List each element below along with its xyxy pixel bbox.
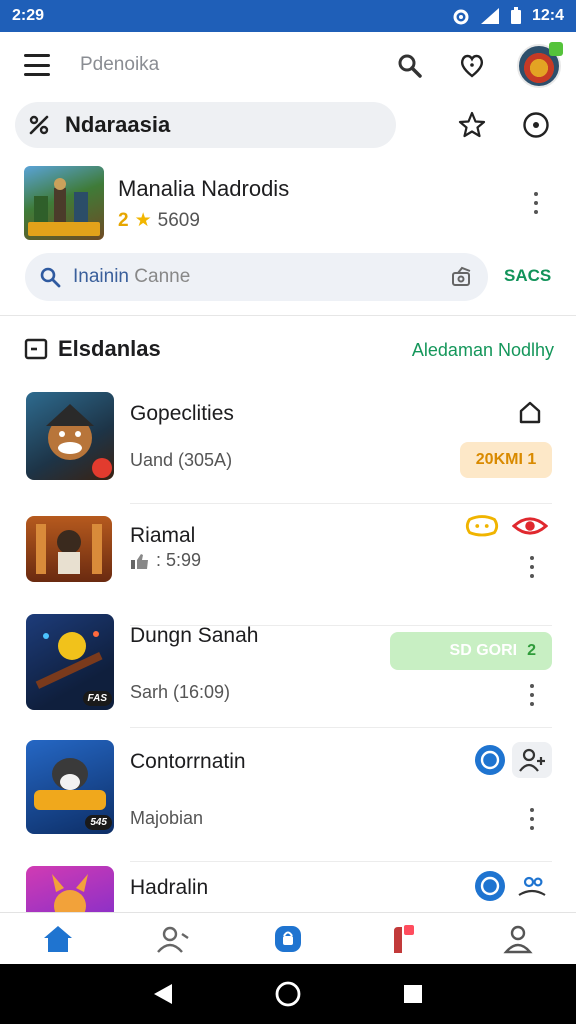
list-item[interactable]: Gopeclities Uand (305A) 20KMI 1 (0, 392, 576, 504)
search-input[interactable]: Inainin Canne (25, 253, 488, 301)
more-options-icon[interactable] (520, 554, 544, 580)
alarm-icon (453, 9, 469, 25)
controller-icon[interactable] (464, 508, 500, 544)
game-subtitle: Uand (305A) (130, 450, 233, 470)
search-placeholder: Inainin Canne (73, 266, 191, 287)
nav-store[interactable] (230, 913, 345, 964)
back-icon[interactable] (143, 974, 183, 1014)
heart-icon[interactable] (454, 48, 490, 84)
list-item[interactable]: Hadralin (0, 866, 576, 912)
game-thumbnail (26, 866, 114, 912)
menu-icon[interactable] (24, 54, 50, 76)
price-pill[interactable]: 20KMI 1 (460, 442, 552, 478)
recents-icon[interactable] (393, 974, 433, 1014)
system-navigation-bar (0, 964, 576, 1024)
nav-home[interactable] (0, 913, 115, 964)
percent-icon (29, 115, 49, 135)
add-friend-icon[interactable] (512, 742, 552, 778)
search-action-button[interactable]: SACS (504, 266, 551, 286)
rating-star-icon: ★ (134, 210, 152, 231)
status-time: 2:29 (12, 7, 45, 24)
game-subtitle: : 5:99 (130, 550, 201, 571)
game-thumbnail (26, 516, 112, 582)
row-divider (130, 861, 552, 862)
list-box-icon (24, 338, 48, 360)
home-icon[interactable] (512, 394, 548, 430)
app-bar-search-title[interactable]: Pdenoika (80, 54, 159, 76)
divider (0, 315, 576, 316)
featured-game-title: Manalia Nadrodis (118, 176, 290, 201)
list-item[interactable]: Riamal : 5:99 (0, 514, 576, 626)
avatar[interactable] (517, 42, 563, 88)
game-subtitle: Majobian (130, 808, 204, 828)
rating-count: 5609 (157, 209, 200, 231)
thumbs-up-icon (131, 553, 148, 569)
add-person-icon (156, 926, 189, 953)
status-pill[interactable]: SD GORI 2 (390, 632, 552, 670)
section-header: Elsdanlas Aledaman Nodlhy (24, 336, 554, 366)
status-icons: 12:4 (452, 7, 564, 25)
target-icon[interactable] (519, 108, 553, 142)
nav-library[interactable] (346, 913, 461, 964)
chat-icon[interactable] (472, 742, 508, 778)
featured-game-rating: 2 ★ 5609 (118, 209, 200, 232)
category-chip[interactable]: Ndaraasia (15, 102, 396, 148)
battery-icon (510, 7, 521, 24)
more-options-icon[interactable] (520, 682, 544, 708)
bag-icon (275, 925, 301, 952)
featured-game-thumbnail (24, 166, 104, 240)
game-title: Dungn Sanah (130, 624, 259, 647)
group-icon[interactable] (512, 868, 552, 904)
game-badge: FAS (82, 691, 112, 706)
filter-row: Ndaraasia (0, 102, 576, 150)
more-options-icon[interactable] (520, 806, 544, 832)
eye-icon[interactable] (512, 508, 548, 544)
bookmark-icon (394, 924, 415, 953)
home-circle-icon[interactable] (268, 974, 308, 1014)
game-subtitle: Sarh (16:09) (130, 682, 231, 702)
app-bar: Pdenoika (0, 32, 576, 100)
image-search-icon[interactable] (450, 265, 474, 289)
list-item[interactable]: FAS Dungn Sanah Sarh (16:09) SD GORI 2 (0, 614, 576, 728)
game-thumbnail (26, 392, 114, 480)
bottom-navigation (0, 912, 576, 964)
star-icon[interactable] (455, 108, 489, 142)
search-icon (40, 267, 61, 288)
signal-icon (480, 8, 499, 24)
profile-icon (503, 925, 534, 953)
section-title: Elsdanlas (24, 336, 161, 362)
more-options-icon[interactable] (524, 190, 548, 216)
search-icon[interactable] (392, 48, 428, 84)
category-chip-label: Ndaraasia (65, 112, 171, 137)
section-link[interactable]: Aledaman Nodlhy (412, 340, 554, 361)
game-thumbnail: FAS (26, 614, 114, 710)
game-title: Contorrnatin (130, 750, 246, 773)
rating-value: 2 (118, 209, 129, 231)
nav-friends[interactable] (115, 913, 230, 964)
list-item[interactable]: 545 Contorrnatin Majobian (0, 740, 576, 862)
game-title: Hadralin (130, 876, 209, 899)
row-divider (130, 503, 552, 504)
game-title: Gopeclities (130, 402, 234, 425)
row-divider (130, 727, 552, 728)
status-clock-right: 12:4 (531, 7, 564, 24)
status-bar: 2:29 12:4 (0, 0, 576, 32)
chat-icon[interactable] (472, 868, 508, 904)
game-badge: 545 (85, 815, 112, 830)
home-icon (43, 925, 72, 952)
game-title: Riamal (130, 524, 196, 547)
nav-profile[interactable] (461, 913, 576, 964)
game-thumbnail: 545 (26, 740, 114, 834)
featured-game[interactable]: Manalia Nadrodis 2 ★ 5609 (0, 164, 576, 242)
